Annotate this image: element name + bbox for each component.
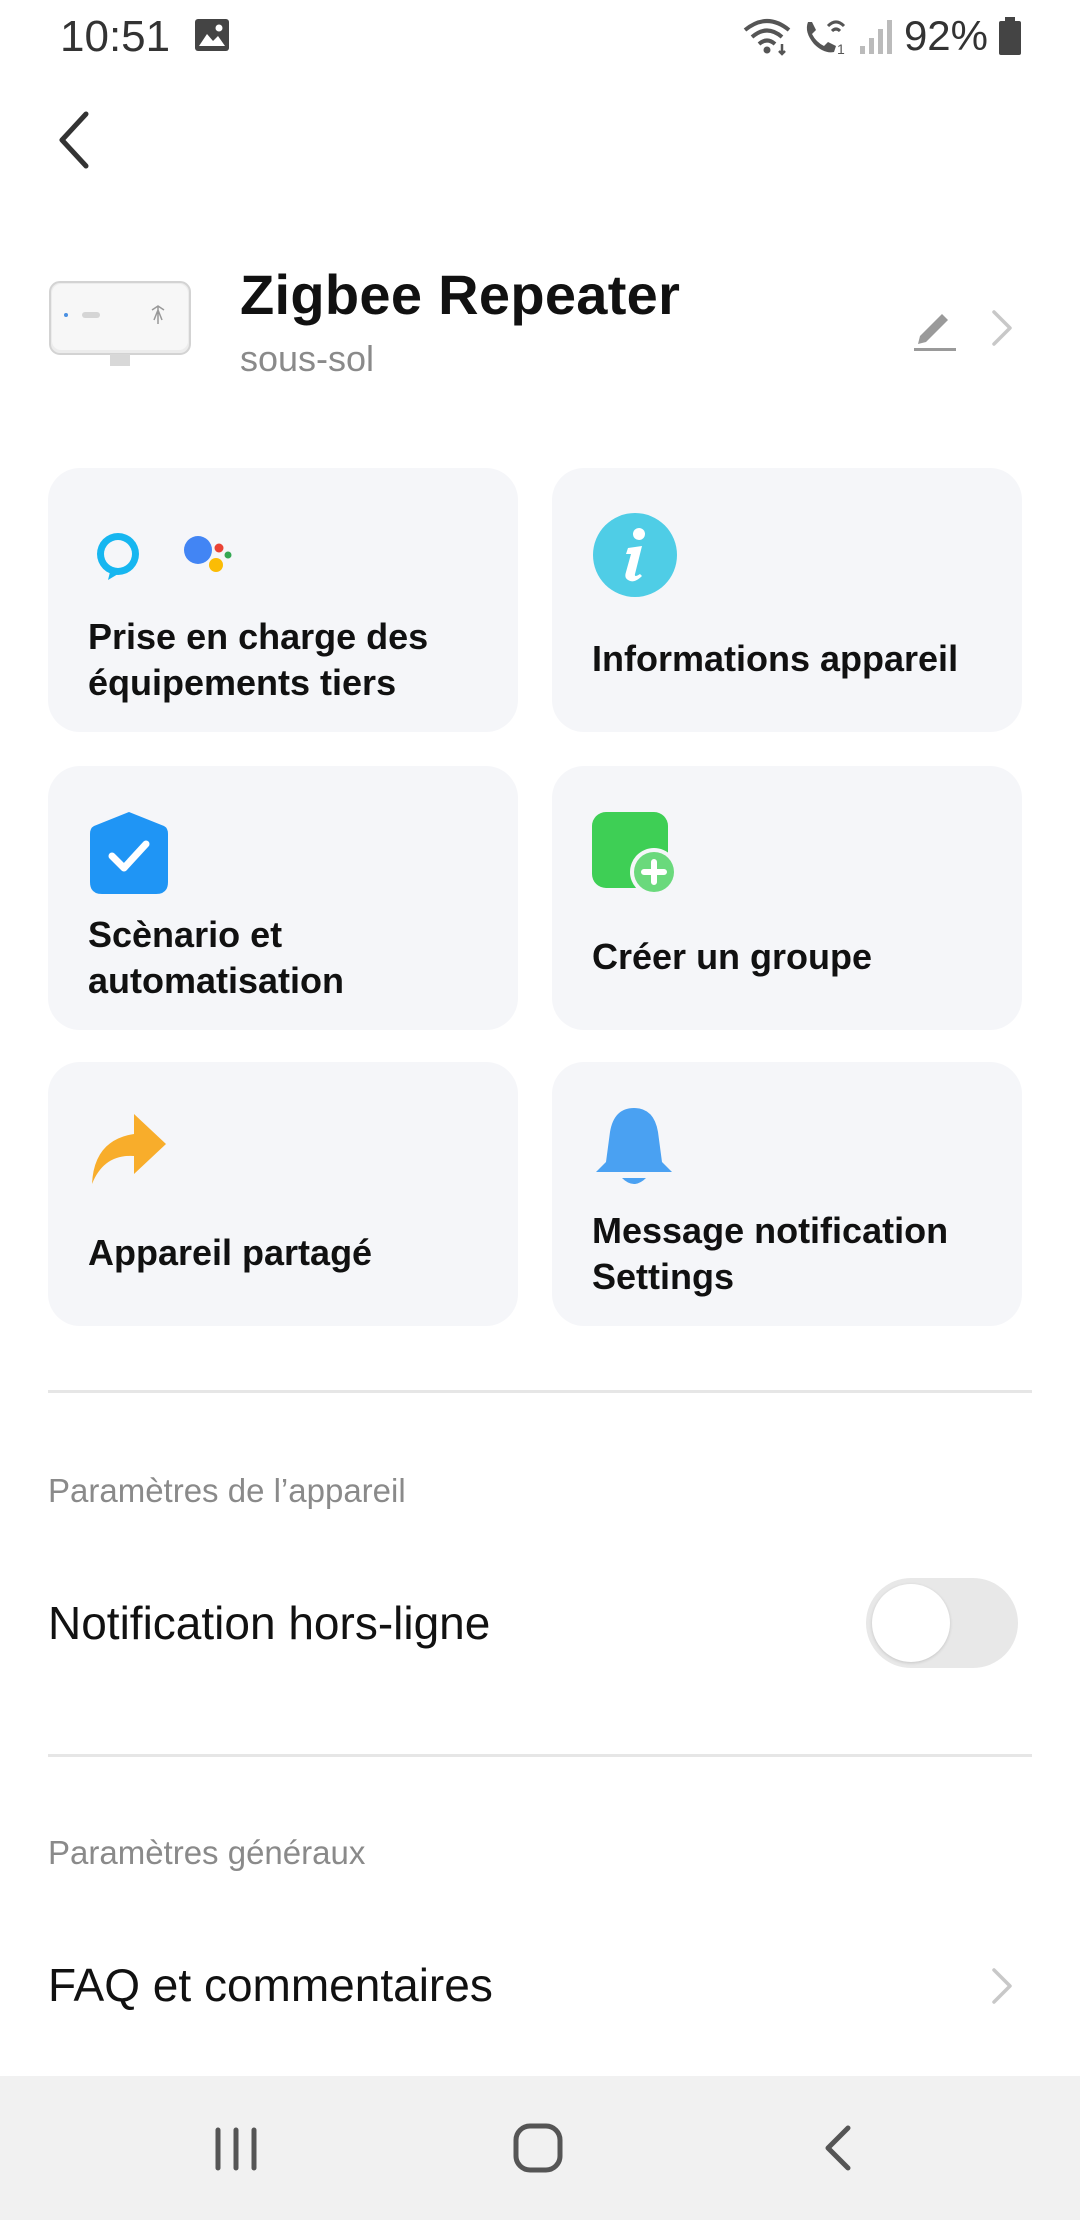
battery-icon bbox=[999, 17, 1021, 55]
status-bar: 10:51 1 92% bbox=[0, 0, 1080, 72]
share-arrow-icon bbox=[92, 1114, 166, 1184]
status-icons: 1 92% bbox=[742, 12, 1022, 60]
automation-check-icon bbox=[90, 812, 168, 894]
nav-back-icon[interactable] bbox=[800, 2116, 880, 2180]
back-arrow-icon[interactable] bbox=[50, 108, 106, 172]
card-label: Scènario et automatisation bbox=[88, 914, 345, 1001]
card-label: Créer un groupe bbox=[592, 936, 873, 977]
device-header[interactable]: Zigbee Repeater sous-sol bbox=[0, 240, 1080, 420]
card-third-party-support[interactable]: Prise en charge des équipements tiers bbox=[48, 468, 518, 732]
card-message-notification-settings[interactable]: Message notification Settings bbox=[552, 1062, 1022, 1326]
alexa-google-assistant-icon bbox=[97, 533, 232, 580]
section-title-general-settings: Paramètres généraux bbox=[48, 1834, 366, 1871]
card-device-info[interactable]: Informations appareil bbox=[552, 468, 1022, 732]
device-room: sous-sol bbox=[240, 338, 375, 379]
recent-apps-icon[interactable] bbox=[196, 2116, 276, 2180]
signal-icon bbox=[859, 20, 892, 54]
svg-text:1: 1 bbox=[837, 41, 845, 56]
chevron-right-icon[interactable] bbox=[988, 306, 1016, 350]
offline-notification-label: Notification hors-ligne bbox=[48, 1597, 491, 1649]
divider bbox=[48, 1390, 1032, 1393]
device-name: Zigbee Repeater bbox=[240, 263, 681, 326]
chevron-right-icon[interactable] bbox=[988, 1964, 1016, 2008]
create-group-icon bbox=[592, 812, 678, 896]
system-navigation-bar bbox=[0, 2076, 1080, 2220]
card-scenario-automation[interactable]: Scènario et automatisation bbox=[48, 766, 518, 1030]
home-icon[interactable] bbox=[498, 2116, 578, 2180]
wifi-icon bbox=[743, 19, 791, 56]
card-label: Prise en charge des équipements tiers bbox=[88, 616, 429, 703]
bell-icon bbox=[596, 1108, 672, 1184]
zigbee-repeater-device-image bbox=[49, 281, 191, 366]
offline-notification-toggle[interactable] bbox=[866, 1578, 1018, 1668]
status-time: 10:51 bbox=[60, 12, 171, 61]
section-title-device-settings: Paramètres de l’appareil bbox=[48, 1472, 406, 1509]
info-icon bbox=[593, 513, 677, 597]
card-shared-device[interactable]: Appareil partagé bbox=[48, 1062, 518, 1326]
card-label: Appareil partagé bbox=[88, 1232, 373, 1273]
divider bbox=[48, 1754, 1032, 1757]
gallery-icon bbox=[195, 19, 229, 51]
card-create-group[interactable]: Créer un groupe bbox=[552, 766, 1022, 1030]
card-label: Informations appareil bbox=[592, 638, 959, 679]
faq-feedback-row[interactable]: FAQ et commentaires bbox=[48, 1958, 493, 2012]
battery-percent: 92% bbox=[903, 12, 988, 59]
wifi-calling-icon: 1 bbox=[806, 20, 845, 56]
card-label: Message notification Settings bbox=[592, 1210, 949, 1297]
edit-pencil-icon[interactable] bbox=[908, 300, 960, 352]
toggle-knob bbox=[872, 1584, 950, 1662]
